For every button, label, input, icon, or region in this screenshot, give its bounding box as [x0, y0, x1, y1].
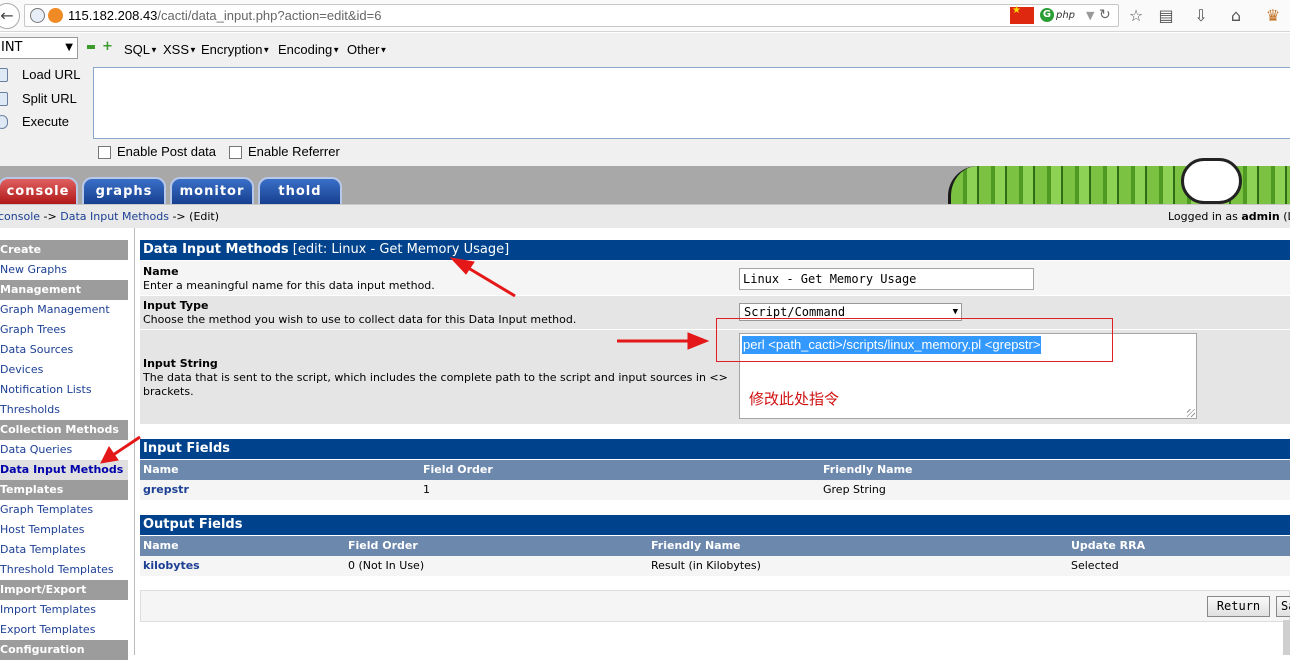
- output-field-name-link[interactable]: kilobytes: [143, 556, 200, 576]
- return-button[interactable]: Return: [1207, 596, 1270, 617]
- action-bar: [140, 590, 1290, 622]
- table-row: grepstr 1 Grep String: [140, 480, 1290, 500]
- output-field-order: 0 (Not In Use): [348, 559, 425, 572]
- output-fields-column-header: Name Field Order Friendly Name Update RR…: [140, 536, 1290, 556]
- vertical-scrollbar[interactable]: [1283, 620, 1290, 655]
- col-name: Name: [143, 539, 179, 552]
- arrow-head-1: [449, 257, 475, 275]
- input-fields-title: Input Fields: [143, 441, 231, 456]
- col-name: Name: [143, 463, 179, 476]
- input-fields-header: Input Fields: [140, 439, 1290, 459]
- input-fields-column-header: Name Field Order Friendly Name: [140, 460, 1290, 480]
- input-field-friendly-name: Grep String: [823, 483, 886, 496]
- col-field-order: Field Order: [348, 539, 418, 552]
- table-row: kilobytes 0 (Not In Use) Result (in Kilo…: [140, 556, 1290, 576]
- col-friendly-name: Friendly Name: [823, 463, 913, 476]
- input-field-name-link[interactable]: grepstr: [143, 480, 189, 500]
- col-friendly-name: Friendly Name: [651, 539, 741, 552]
- arrow-line-3: [112, 435, 141, 457]
- output-field-friendly-name: Result (in Kilobytes): [651, 559, 761, 572]
- col-update-rra: Update RRA: [1071, 539, 1146, 552]
- arrow-line-1: [464, 264, 516, 298]
- input-field-order: 1: [423, 483, 430, 496]
- arrow-head-2: [687, 332, 710, 350]
- output-fields-title: Output Fields: [143, 517, 243, 532]
- col-field-order: Field Order: [423, 463, 493, 476]
- output-fields-header: Output Fields: [140, 515, 1290, 535]
- output-field-update-rra: Selected: [1071, 559, 1119, 572]
- save-button[interactable]: Save: [1276, 596, 1290, 617]
